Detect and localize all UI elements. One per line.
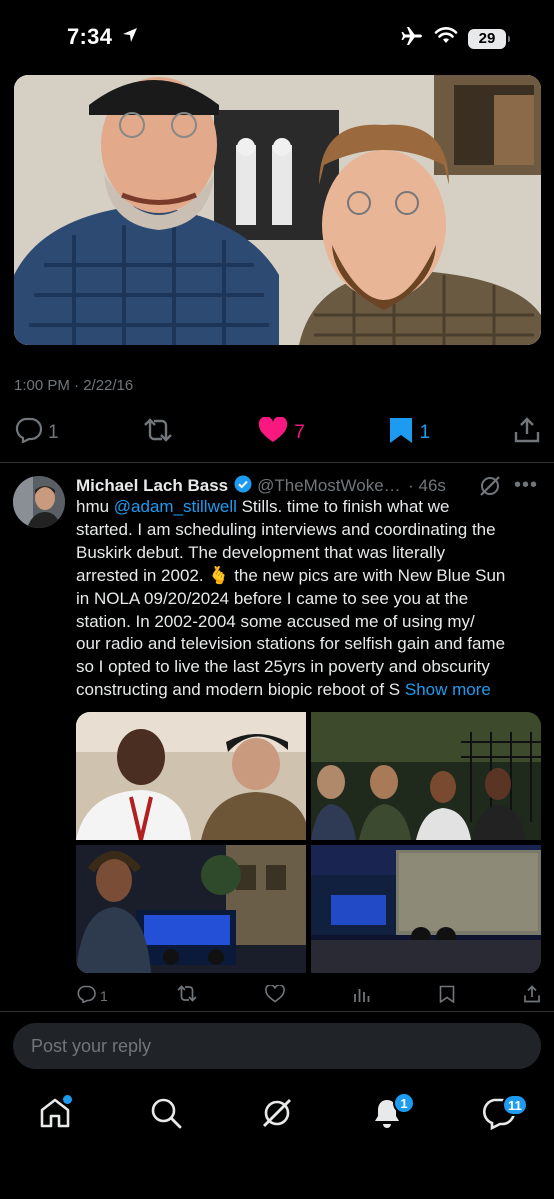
text-line-6: station. In 2002-2004 some accused me of… xyxy=(76,611,475,631)
share-icon xyxy=(523,985,541,1006)
status-time: 7:34 xyxy=(67,24,113,49)
reply-button[interactable]: 1 xyxy=(14,417,59,449)
post-timestamp: 1:00 PM · 2/22/16 xyxy=(14,377,134,394)
status-bar: 7:34 29 xyxy=(0,0,554,75)
reply-actions: 1 xyxy=(76,984,541,1006)
text-line-8: so I opted to live the last 25yrs in pov… xyxy=(76,657,490,677)
reply-count: 1 xyxy=(48,422,59,443)
heart-outline-icon xyxy=(265,984,286,1006)
text-line-3: Buskirk debut. The development that was … xyxy=(76,542,446,562)
bookmark-count: 1 xyxy=(419,422,431,443)
repost-icon xyxy=(176,985,198,1006)
reply-reply-count: 1 xyxy=(100,987,108,1004)
avatar[interactable] xyxy=(13,476,65,528)
grok-icon xyxy=(259,1095,295,1136)
bottom-nav: 1 11 xyxy=(0,1090,554,1150)
reply-like-button[interactable] xyxy=(265,984,286,1006)
reply-header: Michael Lach Bass @TheMostWokeO... · 46s… xyxy=(76,474,546,498)
share-button[interactable] xyxy=(513,416,541,450)
reply-icon xyxy=(76,985,96,1006)
author-name[interactable]: Michael Lach Bass xyxy=(76,476,228,496)
text-line-4: arrested in 2002. 🫰 the new pics are wit… xyxy=(76,565,506,585)
notifications-badge: 1 xyxy=(393,1092,415,1114)
nav-home[interactable] xyxy=(35,1090,75,1140)
media-grid xyxy=(76,712,541,974)
battery-indicator: 29 xyxy=(468,28,510,49)
reply-icon xyxy=(14,417,43,449)
reply-time: · 46s xyxy=(408,476,446,495)
text-line-9: constructing and modern biopic reboot of… xyxy=(76,679,546,702)
search-icon xyxy=(149,1096,183,1135)
bookmark-outline-icon xyxy=(439,985,455,1006)
like-button[interactable]: 7 xyxy=(258,416,305,449)
heart-icon xyxy=(258,416,288,449)
reply-composer-input[interactable]: Post your reply xyxy=(13,1023,541,1069)
post-actions: 1 7 1 xyxy=(14,415,541,451)
post-photo[interactable] xyxy=(14,75,541,345)
nav-messages[interactable]: 11 xyxy=(478,1090,528,1140)
text-segment: hmu xyxy=(76,497,114,516)
reply-share-button[interactable] xyxy=(523,985,541,1006)
messages-badge: 11 xyxy=(502,1094,528,1116)
text-line-5: in NOLA 09/20/2024 before I came to see … xyxy=(76,588,469,608)
reply-repost-button[interactable] xyxy=(176,985,198,1006)
reply-text: hmu @adam_stillwell Stills. time to fini… xyxy=(76,496,546,702)
divider xyxy=(0,462,554,463)
media-photo-1[interactable] xyxy=(76,712,306,840)
repost-button[interactable] xyxy=(141,417,175,449)
repost-icon xyxy=(141,417,175,449)
location-arrow-icon xyxy=(122,27,138,48)
mention-link[interactable]: @adam_stillwell xyxy=(114,497,237,516)
reply-bookmark-button[interactable] xyxy=(439,985,455,1006)
wifi-icon xyxy=(434,27,458,50)
media-photo-3[interactable] xyxy=(76,845,306,973)
divider xyxy=(0,1011,554,1012)
bookmark-button[interactable]: 1 xyxy=(388,416,431,450)
home-dot-badge xyxy=(63,1095,72,1104)
show-more-link[interactable]: Show more xyxy=(405,680,491,699)
text-line-1: hmu @adam_stillwell Stills. time to fini… xyxy=(76,496,546,519)
media-photo-2[interactable] xyxy=(311,712,541,840)
text-line-7: our radio and television stations for se… xyxy=(76,634,506,654)
nav-grok[interactable] xyxy=(257,1090,297,1140)
reply-reply-button[interactable]: 1 xyxy=(76,985,108,1006)
text-segment: constructing and modern biopic reboot of… xyxy=(76,680,405,700)
verified-badge-icon xyxy=(234,475,252,498)
bookmark-icon xyxy=(388,416,414,450)
reply-views-button[interactable] xyxy=(353,985,371,1006)
text-line-2: started. I am scheduling interviews and … xyxy=(76,519,496,539)
media-photo-4[interactable] xyxy=(311,845,541,973)
like-count: 7 xyxy=(294,422,305,443)
views-icon xyxy=(353,985,371,1006)
nav-notifications[interactable]: 1 xyxy=(367,1090,415,1140)
airplane-icon xyxy=(400,26,424,51)
more-options-icon[interactable]: ••• xyxy=(514,474,538,497)
text-segment: Stills. time to finish what we xyxy=(236,497,450,516)
author-handle[interactable]: @TheMostWokeO... xyxy=(257,476,405,496)
nav-search[interactable] xyxy=(146,1090,186,1140)
status-icons: 29 xyxy=(400,26,510,51)
share-icon xyxy=(513,416,541,450)
